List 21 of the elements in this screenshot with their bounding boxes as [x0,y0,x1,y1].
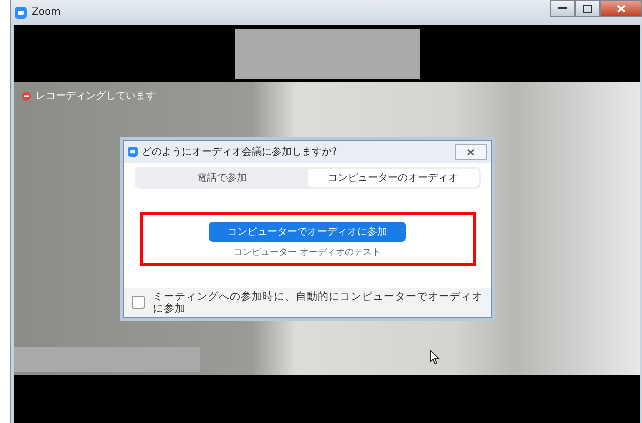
close-icon [467,148,475,156]
dialog-title: どのようにオーディオ会議に参加しますか? [142,146,338,159]
close-button[interactable] [455,144,487,160]
minimize-button[interactable] [550,0,575,17]
close-button[interactable] [600,0,642,17]
checkbox-label: ミーティングへの参加時に、自動的にコンピューターでオーディオに参加 [153,291,483,315]
app-logo-icon [128,147,138,157]
close-icon [616,4,626,12]
test-audio-link[interactable]: コンピューター オーディオのテスト [234,246,381,259]
tab[interactable]: コンピューターのオーディオ [308,169,478,187]
app-logo-icon [15,6,27,18]
mouse-pointer-icon [430,350,440,365]
window-title: Zoom [32,7,62,18]
record-icon [22,92,31,100]
maximize-button[interactable] [575,0,600,17]
maximize-icon [583,4,592,12]
checkbox[interactable] [132,296,145,309]
tab[interactable]: 電話で参加 [136,169,308,187]
minimize-icon [558,7,567,10]
recording-label: レコーディングしています [36,90,156,103]
join-audio-button[interactable]: コンピューターでオーディオに参加 [209,222,406,242]
